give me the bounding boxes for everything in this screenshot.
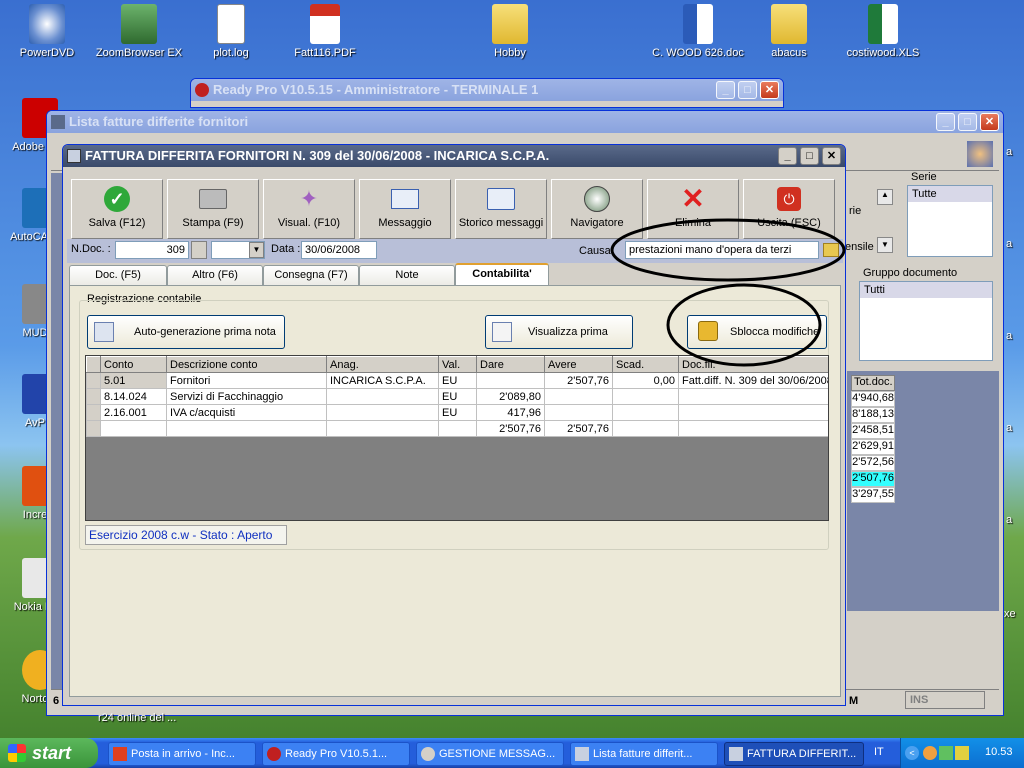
system-tray: < 10.53 [900, 738, 1024, 768]
taskbar-item-lista[interactable]: Lista fatture differit... [570, 742, 718, 766]
clock: 10.53 [985, 746, 1013, 758]
task-label: FATTURA DIFFERIT... [747, 748, 857, 760]
task-label: Lista fatture differit... [593, 748, 693, 760]
tray-chevron-icon[interactable]: < [905, 746, 919, 760]
task-label: Ready Pro V10.5.1... [285, 748, 388, 760]
taskbar-item-posta[interactable]: Posta in arrivo - Inc... [108, 742, 256, 766]
strawberry-icon [267, 747, 281, 761]
window-icon [729, 747, 743, 761]
chat-icon [421, 747, 435, 761]
annotation-marks [610, 218, 846, 367]
taskbar-item-fattura[interactable]: FATTURA DIFFERIT... [724, 742, 864, 766]
window-icon [575, 747, 589, 761]
mail-icon [113, 747, 127, 761]
taskbar: start Posta in arrivo - Inc... Ready Pro… [0, 738, 1024, 768]
windows-logo-icon [8, 744, 26, 762]
tray-icon[interactable] [939, 746, 953, 760]
sblocca-annotation-circle [666, 283, 822, 367]
language-indicator[interactable]: IT [874, 746, 884, 758]
causale-annotation-circle [610, 218, 846, 282]
task-label: Posta in arrivo - Inc... [131, 748, 235, 760]
start-button[interactable]: start [0, 738, 98, 768]
tray-icon[interactable] [955, 746, 969, 760]
tray-icon[interactable] [923, 746, 937, 760]
taskbar-item-readypro[interactable]: Ready Pro V10.5.1... [262, 742, 410, 766]
task-label: GESTIONE MESSAG... [439, 748, 556, 760]
start-label: start [32, 743, 72, 763]
taskbar-item-gestione[interactable]: GESTIONE MESSAG... [416, 742, 564, 766]
